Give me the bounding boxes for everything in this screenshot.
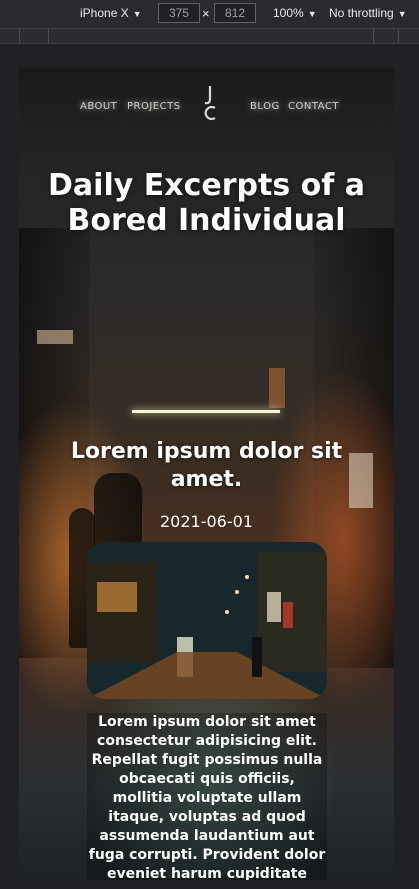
- ruler-segment[interactable]: [373, 29, 399, 43]
- device-select[interactable]: iPhone X ▼: [80, 6, 142, 20]
- night-alley-photo-icon: [87, 542, 327, 699]
- post-excerpt: Lorem ipsum dolor sit amet consectetur a…: [87, 713, 327, 880]
- device-viewport: ABOUT PROJECTS BLOG CONTACT Daily Excerp…: [19, 68, 394, 880]
- zoom-label: 100%: [273, 6, 304, 20]
- nav-blog-link[interactable]: BLOG: [250, 101, 280, 112]
- main-nav: ABOUT PROJECTS BLOG CONTACT: [19, 86, 394, 128]
- media-query-ruler[interactable]: [0, 28, 419, 44]
- throttling-label: No throttling: [329, 6, 394, 20]
- chevron-down-icon: ▼: [397, 9, 407, 19]
- ruler-segment[interactable]: [48, 29, 374, 43]
- post-image: [87, 542, 327, 699]
- zoom-select[interactable]: 100% ▼: [273, 6, 317, 20]
- post-date: 2021-06-01: [160, 512, 253, 531]
- nav-projects-link[interactable]: PROJECTS: [127, 101, 181, 112]
- page-title: Daily Excerpts of a Bored Individual: [48, 168, 365, 238]
- devtools-device-toolbar: iPhone X ▼ 375 × 812 100% ▼ No throttling ▼: [0, 0, 419, 28]
- chevron-down-icon: ▼: [132, 9, 142, 19]
- device-label: iPhone X: [80, 6, 129, 20]
- post-title: Lorem ipsum dolor sit amet.: [70, 439, 343, 492]
- ruler-segment[interactable]: [0, 29, 20, 43]
- jc-logo-icon[interactable]: [199, 84, 219, 124]
- ruler-segment[interactable]: [19, 29, 49, 43]
- nav-about-link[interactable]: ABOUT: [80, 101, 117, 112]
- section-divider: [132, 410, 280, 413]
- dimension-separator: ×: [202, 6, 210, 21]
- chevron-down-icon: ▼: [307, 9, 317, 19]
- width-input[interactable]: 375: [158, 3, 200, 23]
- height-input[interactable]: 812: [214, 3, 256, 23]
- throttling-select[interactable]: No throttling ▼: [329, 6, 407, 20]
- nav-contact-link[interactable]: CONTACT: [288, 101, 339, 112]
